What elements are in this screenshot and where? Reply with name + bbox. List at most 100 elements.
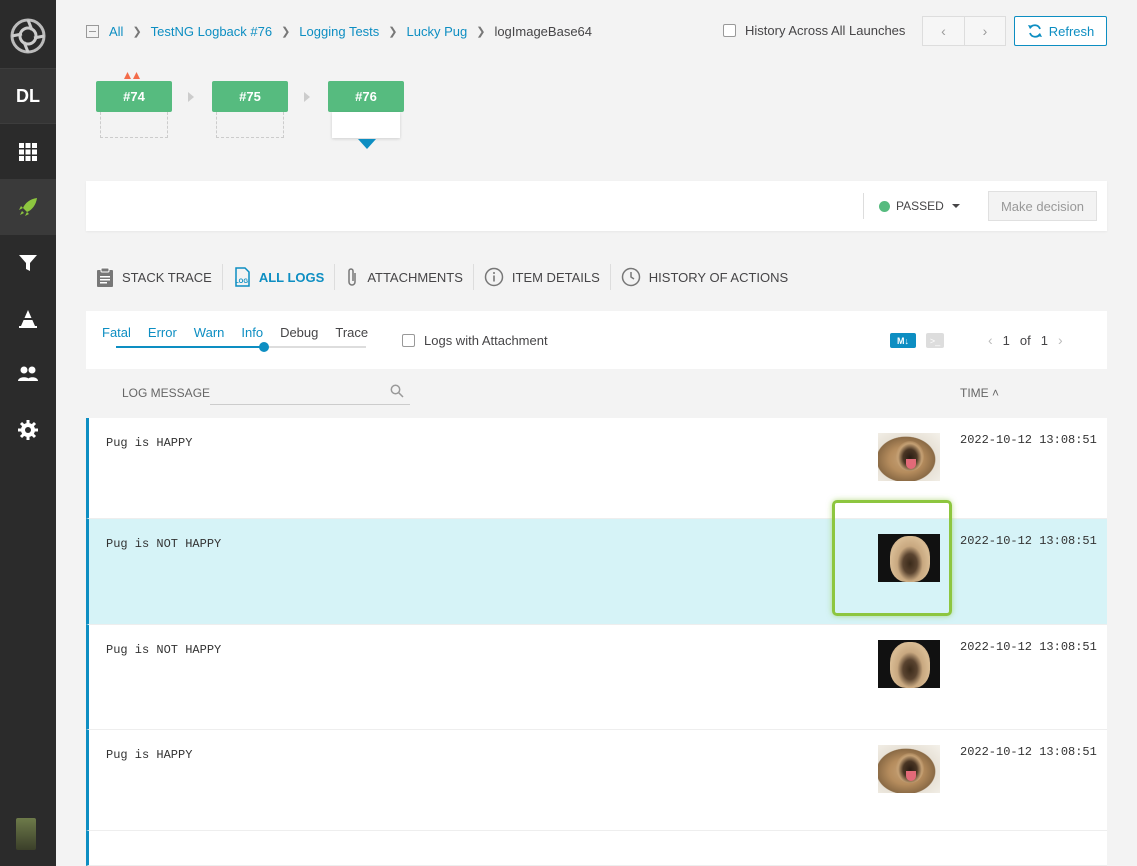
- user-avatar[interactable]: [16, 818, 36, 850]
- page-current: 1: [1002, 332, 1010, 348]
- members-icon[interactable]: [0, 346, 56, 402]
- log-message: Pug is NOT HAPPY: [106, 537, 222, 551]
- tab-stack-trace[interactable]: STACK TRACE: [96, 264, 222, 290]
- debug-cone-icon[interactable]: [0, 291, 56, 347]
- breadcrumb-current: logImageBase64: [494, 23, 593, 39]
- log-row[interactable]: Pug is HAPPY 2022-10-12 13:08:51: [86, 730, 1107, 831]
- clipboard-icon: [96, 267, 114, 287]
- level-debug[interactable]: Debug: [280, 325, 318, 340]
- checkbox-box[interactable]: [402, 334, 415, 347]
- attachment-thumbnail[interactable]: [878, 433, 940, 481]
- prev-item-button[interactable]: ‹: [923, 17, 964, 45]
- tab-label: HISTORY OF ACTIONS: [648, 269, 789, 285]
- caret-down-icon: [951, 204, 960, 208]
- level-fatal[interactable]: Fatal: [102, 325, 131, 340]
- status-dropdown[interactable]: PASSED: [879, 199, 960, 213]
- history-launch-75-box: [216, 112, 284, 138]
- log-level-selector: Fatal Error Warn Info Debug Trace: [102, 325, 385, 340]
- project-initials: DL: [16, 85, 40, 106]
- log-search-input[interactable]: [210, 380, 410, 405]
- make-decision-button[interactable]: Make decision: [988, 191, 1097, 221]
- chevron-right-icon: ❯: [388, 25, 398, 38]
- next-item-button[interactable]: ›: [963, 17, 1005, 45]
- log-table-header: LOG MESSAGE TIME ˄: [86, 370, 1107, 418]
- page-total: 1: [1040, 332, 1048, 348]
- next-page-icon[interactable]: ›: [1058, 332, 1063, 348]
- tab-all-logs[interactable]: LOG ALL LOGS: [221, 264, 334, 290]
- history-launch-74-box: [100, 112, 168, 138]
- arrow-right-icon: [188, 92, 194, 102]
- log-message: Pug is NOT HAPPY: [106, 643, 222, 657]
- log-time: 2022-10-12 13:08:51: [960, 640, 1097, 654]
- search-icon: [390, 384, 404, 398]
- tab-item-details[interactable]: ITEM DETAILS: [472, 264, 610, 290]
- history-across-launches-checkbox[interactable]: History Across All Launches: [723, 23, 905, 38]
- current-launch-pointer-icon: [358, 139, 376, 149]
- tab-label: ALL LOGS: [258, 269, 325, 285]
- main-content: All ❯ TestNG Logback #76 ❯ Logging Tests…: [56, 0, 1137, 866]
- clock-icon: [621, 267, 641, 287]
- log-row[interactable]: Pug is HAPPY 2022-10-12 13:08:51: [86, 418, 1107, 519]
- level-trace[interactable]: Trace: [335, 325, 368, 340]
- history-launch-76-box: [332, 112, 400, 138]
- level-info[interactable]: Info: [241, 325, 263, 340]
- sort-asc-icon: ˄: [988, 386, 1000, 400]
- divider: [863, 193, 864, 219]
- tab-label: ATTACHMENTS: [367, 269, 463, 285]
- log-row[interactable]: Pug is NOT HAPPY 2022-10-12 13:08:51: [86, 625, 1107, 730]
- project-selector[interactable]: DL: [0, 68, 56, 124]
- logs-toolbar: Fatal Error Warn Info Debug Trace Logs w…: [86, 311, 1107, 369]
- item-navigation: ‹ ›: [922, 16, 1006, 46]
- tab-history-of-actions[interactable]: HISTORY OF ACTIONS: [609, 264, 798, 290]
- log-row-selected[interactable]: Pug is NOT HAPPY 2022-10-12 13:08:51: [86, 519, 1107, 625]
- info-icon: [484, 267, 504, 287]
- log-level-slider-handle[interactable]: [259, 342, 269, 352]
- launches-rocket-icon[interactable]: [0, 179, 56, 235]
- breadcrumb-all[interactable]: All: [109, 24, 123, 39]
- history-launch-75[interactable]: #75: [212, 81, 288, 112]
- status-value: PASSED: [896, 199, 944, 213]
- paperclip-icon: [345, 267, 359, 287]
- tab-label: STACK TRACE: [122, 269, 212, 285]
- breadcrumb-launch[interactable]: TestNG Logback #76: [151, 24, 272, 39]
- item-status-card: PASSED Make decision: [86, 181, 1107, 231]
- status-dot-icon: [879, 200, 890, 212]
- breadcrumb-test[interactable]: Lucky Pug: [407, 24, 468, 39]
- log-row-partial[interactable]: [86, 831, 1107, 866]
- attachment-thumbnail[interactable]: [878, 745, 940, 793]
- sidebar: DL: [0, 0, 56, 866]
- log-message: Pug is HAPPY: [106, 436, 193, 450]
- chevron-right-icon: ❯: [476, 25, 486, 38]
- level-warn[interactable]: Warn: [194, 325, 225, 340]
- defect-warning-icon: [124, 72, 140, 79]
- logs-with-attachment-checkbox[interactable]: Logs with Attachment: [402, 333, 548, 348]
- svg-text:LOG: LOG: [235, 279, 248, 285]
- history-launch-76[interactable]: #76: [328, 81, 404, 112]
- breadcrumb-suite[interactable]: Logging Tests: [299, 24, 379, 39]
- dashboard-grid-icon[interactable]: [0, 124, 56, 180]
- arrow-right-icon: [304, 92, 310, 102]
- tab-attachments[interactable]: ATTACHMENTS: [334, 264, 473, 290]
- highlight-box: [832, 500, 952, 616]
- settings-gear-icon[interactable]: [0, 402, 56, 458]
- refresh-icon: [1027, 24, 1042, 38]
- level-error[interactable]: Error: [148, 325, 177, 340]
- logs-with-attachment-label: Logs with Attachment: [424, 333, 548, 348]
- page-of: of: [1019, 332, 1031, 348]
- log-time: 2022-10-12 13:08:51: [960, 433, 1097, 447]
- collapse-toggle-icon[interactable]: [86, 24, 99, 38]
- log-message: Pug is HAPPY: [106, 748, 193, 762]
- refresh-button[interactable]: Refresh: [1014, 16, 1107, 46]
- column-time-sort[interactable]: TIME ˄: [960, 386, 999, 400]
- history-label: History Across All Launches: [745, 23, 906, 38]
- checkbox-box[interactable]: [723, 24, 736, 37]
- markdown-mode-button[interactable]: M↓: [890, 333, 916, 348]
- reportportal-logo[interactable]: [0, 8, 56, 64]
- console-mode-button[interactable]: >_: [926, 333, 944, 348]
- filter-icon[interactable]: [0, 235, 56, 291]
- log-time: 2022-10-12 13:08:51: [960, 745, 1097, 759]
- attachment-thumbnail[interactable]: [878, 640, 940, 688]
- prev-page-icon[interactable]: ‹: [988, 332, 993, 348]
- refresh-label: Refresh: [1048, 23, 1095, 39]
- history-launch-74[interactable]: #74: [96, 81, 172, 112]
